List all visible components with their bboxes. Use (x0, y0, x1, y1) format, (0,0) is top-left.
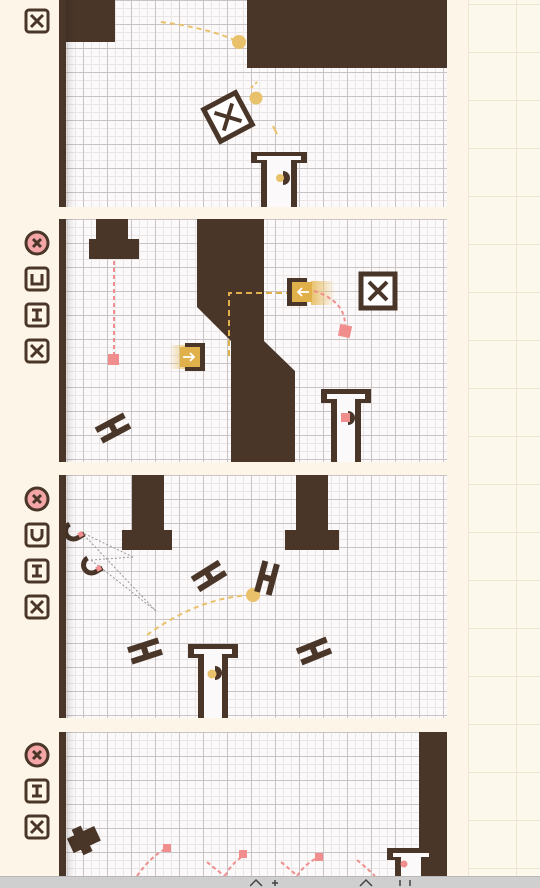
clear-tool-button[interactable] (24, 742, 50, 768)
level-1-board[interactable] (59, 0, 447, 207)
level-2-toolbar (24, 230, 50, 364)
crate-icon (24, 8, 50, 34)
ball-trajectory (160, 21, 240, 43)
spawn-pipe (285, 475, 339, 550)
pink-ball (337, 323, 353, 339)
h-block (127, 637, 163, 665)
laser-receiver (287, 278, 312, 306)
level-1-toolbar (24, 8, 50, 34)
h-block (254, 560, 280, 596)
pink-ball (239, 850, 247, 858)
crate-tool-button[interactable] (24, 814, 50, 840)
spawn-pipe (122, 475, 172, 550)
cup-icon (24, 266, 50, 292)
h-block-icon (24, 778, 50, 804)
left-wall (59, 0, 66, 207)
h-block (295, 636, 333, 666)
h-block-tool-button[interactable] (24, 778, 50, 804)
clear-tool-button[interactable] (24, 486, 50, 512)
launcher (66, 825, 101, 856)
pink-trajectory (206, 855, 244, 876)
spawn-pipe (89, 219, 139, 259)
level-3-board[interactable] (59, 475, 447, 718)
close-circle-icon (24, 230, 50, 256)
laser-emitter (180, 343, 205, 371)
notebook-background (468, 0, 540, 876)
level-3-toolbar (24, 486, 50, 620)
crate-tool-button[interactable] (24, 594, 50, 620)
h-block-tool-button[interactable] (24, 558, 50, 584)
bottom-toolbar (0, 876, 540, 888)
level-3-scene (63, 475, 339, 718)
wall-block (59, 0, 115, 42)
magnet-tool-button[interactable] (24, 522, 50, 548)
goal-pipe (251, 152, 307, 207)
clear-tool-button[interactable] (24, 230, 50, 256)
crate (358, 271, 398, 311)
cup-tool-button[interactable] (24, 266, 50, 292)
crate (200, 89, 256, 145)
ball (232, 35, 246, 49)
crate-icon (24, 594, 50, 620)
pink-ball (163, 844, 171, 852)
crate-icon (24, 338, 50, 364)
pink-ball (108, 354, 119, 365)
close-circle-icon (24, 742, 50, 768)
bottom-toolbar-icons (250, 878, 411, 887)
wall-slope (197, 219, 295, 462)
level-4-board[interactable] (59, 732, 447, 876)
pink-trajectory (280, 857, 318, 876)
goal-pipe (188, 644, 238, 718)
h-block (190, 559, 228, 593)
level-2-board[interactable] (59, 219, 447, 462)
crate-tool-button[interactable] (24, 338, 50, 364)
pink-trajectory (136, 847, 168, 876)
close-circle-icon (24, 486, 50, 512)
level-4-toolbar (24, 742, 50, 840)
h-block-tool-button[interactable] (24, 302, 50, 328)
left-wall (59, 219, 66, 462)
h-block (94, 412, 132, 444)
magnet-icon (24, 522, 50, 548)
pink-trajectory (356, 859, 376, 876)
crate-tool-button[interactable] (24, 8, 50, 34)
level-4-scene (66, 732, 447, 876)
h-block-icon (24, 558, 50, 584)
left-wall (59, 475, 66, 718)
left-wall (59, 732, 66, 876)
pink-ball (315, 853, 323, 861)
ball (249, 91, 263, 105)
magnet (81, 555, 104, 576)
level-2-scene (89, 219, 398, 462)
goal-pipe (321, 389, 371, 462)
crate-icon (24, 814, 50, 840)
h-block-icon (24, 302, 50, 328)
level-1-scene (59, 0, 447, 207)
ball-trajectory (146, 594, 254, 636)
wall-block (247, 0, 447, 68)
